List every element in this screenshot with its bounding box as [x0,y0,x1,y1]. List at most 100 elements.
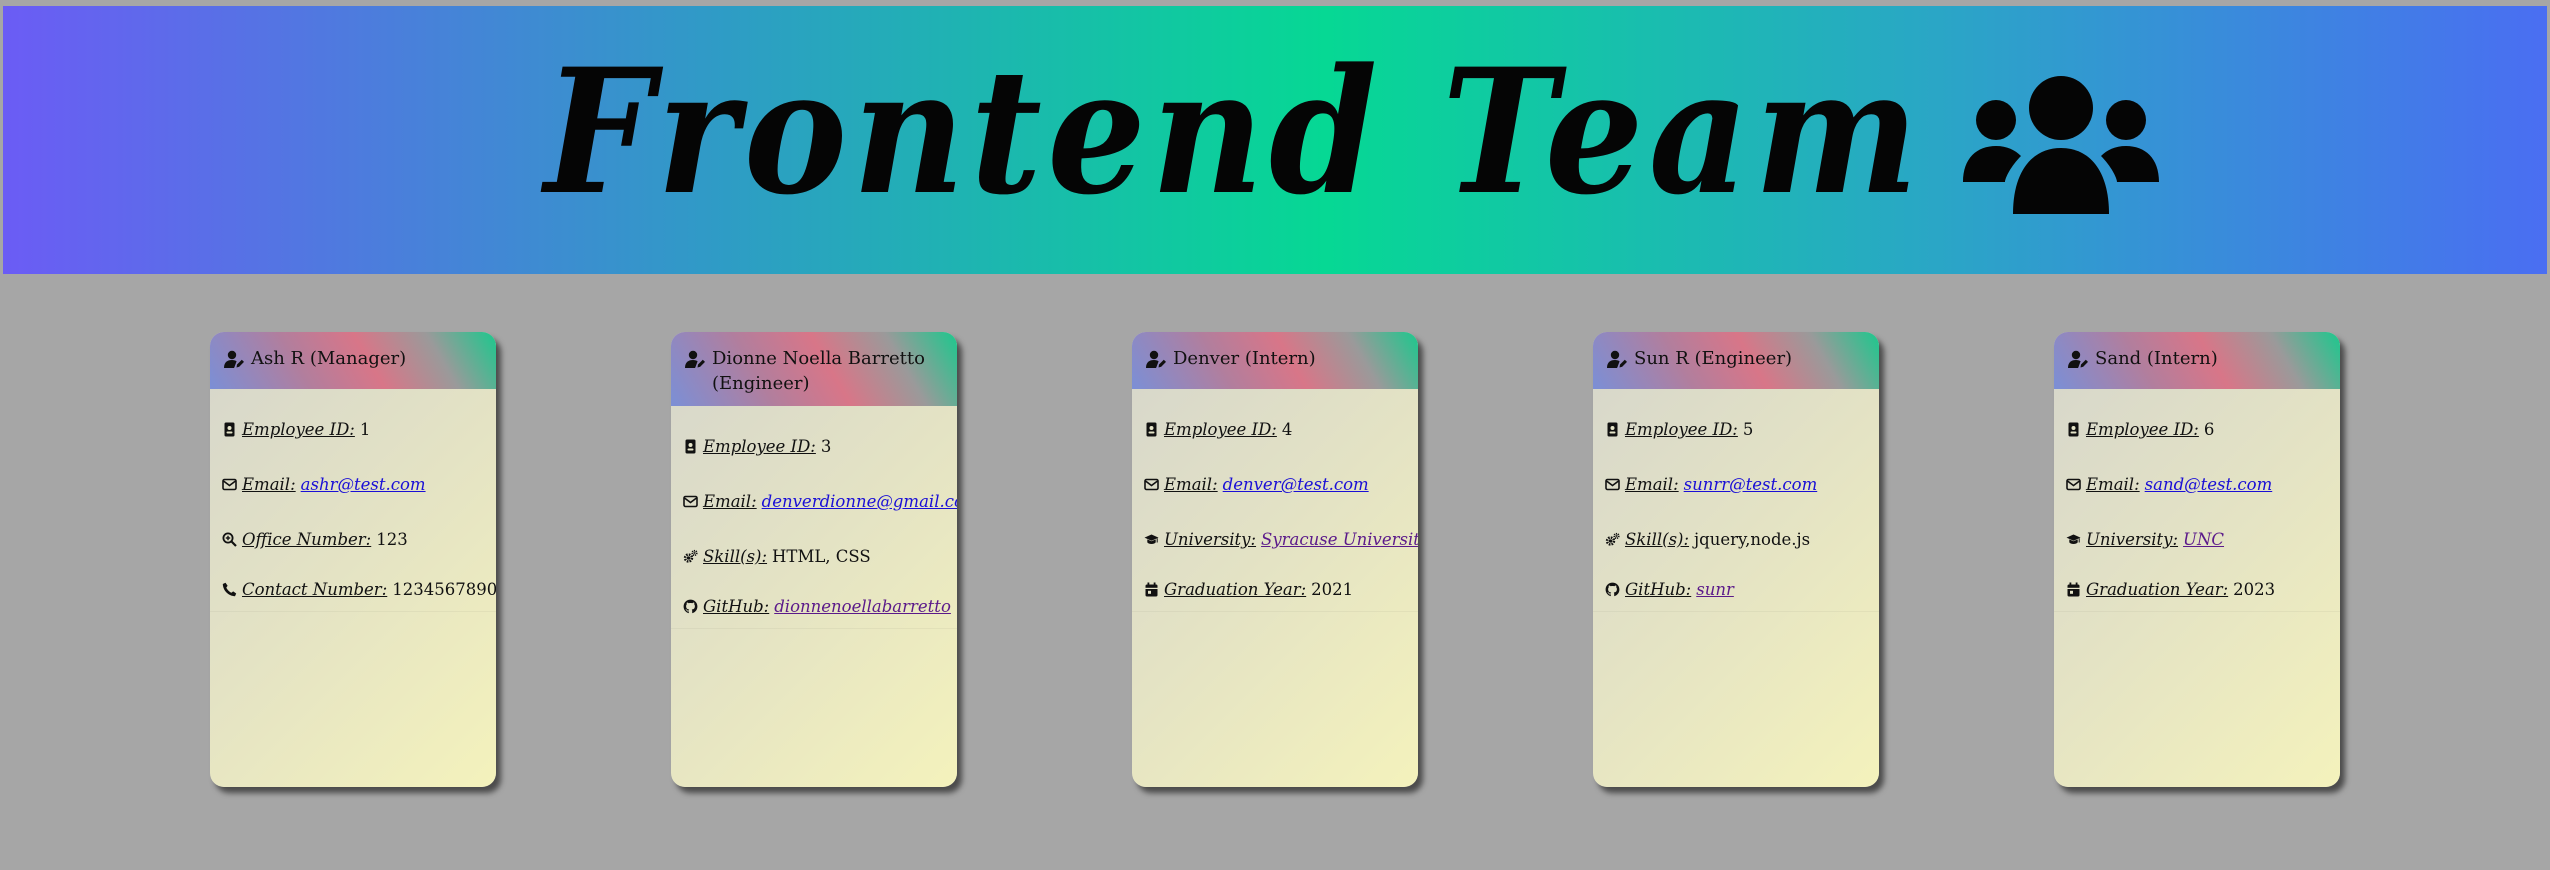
field-label: Office Number: [242,530,372,549]
user-edit-icon [1607,350,1627,368]
field-value: HTML, CSS [772,547,871,566]
envelope-icon [2066,477,2081,492]
employee-card: Sun R (Engineer) Employee ID: 5 Email: sunrr… [1593,332,1879,787]
cogs-icon [683,549,698,564]
card-field: Office Number: 123 [210,512,496,567]
card-header: Denver (Intern) [1132,332,1418,389]
id-badge-icon [1605,422,1620,437]
id-badge-icon [683,439,698,454]
field-value: 4 [1281,420,1293,439]
email-link[interactable]: sand@test.com [2145,475,2273,494]
card-field: Email: denverdionne@gmail.com [671,474,957,529]
card-field: Email: denver@test.com [1132,457,1418,512]
field-value: 123 [376,530,408,549]
field-value: 5 [1742,420,1754,439]
field-label: Employee ID: [703,437,816,456]
envelope-icon [222,477,237,492]
field-value: 1 [359,420,371,439]
field-label: Employee ID: [2086,420,2199,439]
field-label: GitHub: [703,596,770,616]
employee-card: Dionne Noella Barretto (Engineer) Employe… [671,332,957,787]
field-value: 3 [820,437,832,456]
card-body: Employee ID: 6 Email: sand@test.com Universi… [2054,389,2340,612]
field-label: University: [2086,530,2179,549]
employee-name: Sun R (Engineer) [1634,348,1793,369]
card-field: Employee ID: 4 [1132,402,1418,457]
user-edit-icon [224,350,244,368]
email-link[interactable]: sunrr@test.com [1684,475,1818,494]
employee-name: Dionne Noella Barretto (Engineer) [712,348,925,394]
email-link[interactable]: denver@test.com [1223,475,1369,494]
field-label: Email: [1164,475,1218,494]
id-badge-icon [222,422,237,437]
envelope-icon [1605,477,1620,492]
card-field: Email: ashr@test.com [210,457,496,512]
card-body: Employee ID: 1 Email: ashr@test.com Office N… [210,389,496,612]
search-icon [222,532,237,547]
card-field: Email: sand@test.com [2054,457,2340,512]
card-field: Skill(s): HTML, CSS [671,529,957,584]
field-label: University: [1164,530,1257,549]
page-banner: Frontend Team [3,6,2547,274]
card-field: University: Syracuse University [1132,512,1418,567]
calendar-icon [1144,582,1159,597]
users-icon [1963,76,2160,214]
user-edit-icon [2068,350,2088,368]
university-link[interactable]: Syracuse University [1261,530,1418,549]
employee-card: Sand (Intern) Employee ID: 6 Email: sand@tes… [2054,332,2340,787]
field-value: 6 [2203,420,2215,439]
field-value: 2023 [2233,579,2276,599]
card-body: Employee ID:3 Email: denverdionne@gmail.co… [671,406,957,629]
field-label: Contact Number: [242,579,388,599]
card-field: Employee ID: 6 [2054,402,2340,457]
card-body: Employee ID: 5 Email: sunrr@test.com Skill(s… [1593,389,1879,612]
envelope-icon [683,494,698,509]
field-label: Skill(s): [703,547,768,566]
field-label: Email: [242,475,296,494]
field-value: 1234567890 [392,579,496,599]
field-label: Email: [1625,475,1679,494]
envelope-icon [1144,477,1159,492]
graduation-cap-icon [2066,532,2081,547]
employee-name: Denver (Intern) [1173,348,1316,369]
field-value: 2021 [1311,579,1354,599]
phone-icon [222,582,237,597]
github-icon [1605,582,1620,597]
field-label: GitHub: [1625,579,1692,599]
id-badge-icon [2066,422,2081,437]
banner-content: Frontend Team [391,46,2160,218]
card-header: Dionne Noella Barretto (Engineer) [671,332,957,406]
field-label: Skill(s): [1625,530,1690,549]
email-link[interactable]: denverdionne@gmail.com [762,492,957,511]
card-field: GitHub: dionnenoellabarretto [671,584,957,629]
team-cards: Ash R (Manager) Employee ID: 1 Email: ashr@t… [0,332,2550,792]
calendar-icon [2066,582,2081,597]
user-edit-icon [685,350,705,368]
github-link[interactable]: dionnenoellabarretto [774,597,951,616]
card-field: University: UNC [2054,512,2340,567]
card-body: Employee ID: 4 Email: denver@test.com Univer… [1132,389,1418,612]
email-link[interactable]: ashr@test.com [301,475,426,494]
card-header: Ash R (Manager) [210,332,496,389]
user-edit-icon [1146,350,1166,368]
field-label: Employee ID: [1625,420,1738,439]
university-link[interactable]: UNC [2183,530,2224,549]
employee-card: Denver (Intern) Employee ID: 4 Email: denver… [1132,332,1418,787]
card-header: Sun R (Engineer) [1593,332,1879,389]
field-label: Email: [2086,475,2140,494]
page-title: Frontend Team [543,30,1924,233]
employee-name: Ash R (Manager) [251,348,407,369]
field-label: Employee ID: [242,420,355,439]
card-field: Skill(s): jquery,node.js [1593,512,1879,567]
employee-name: Sand (Intern) [2095,348,2218,369]
field-label: Employee ID: [1164,420,1277,439]
card-header: Sand (Intern) [2054,332,2340,389]
card-field: Employee ID: 3 [671,419,957,474]
cogs-icon [1605,532,1620,547]
field-label: Graduation Year: [2086,579,2229,599]
field-label: Graduation Year: [1164,579,1307,599]
github-link[interactable]: sunr [1696,580,1734,599]
github-icon [683,599,698,614]
card-field: Graduation Year: 2023 [2054,567,2340,612]
card-field: Contact Number: 1234567890 [210,567,496,612]
